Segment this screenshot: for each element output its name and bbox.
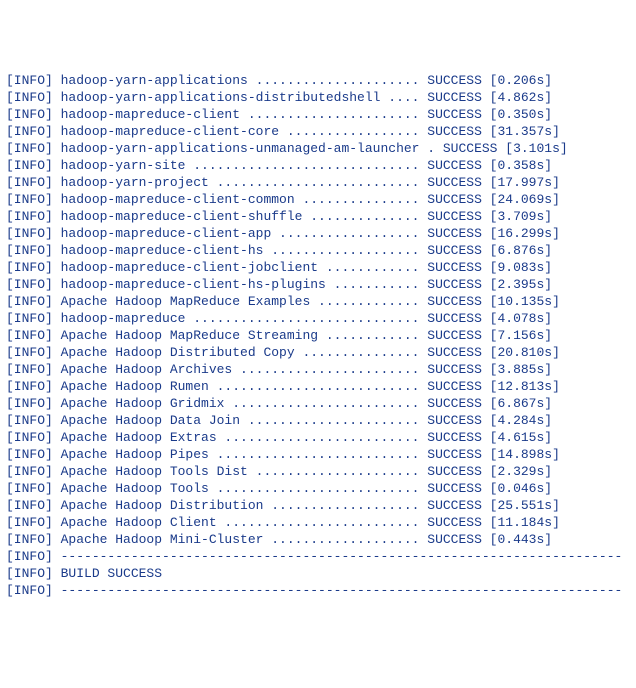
build-line: [INFO] Apache Hadoop Gridmix ...........… xyxy=(6,395,630,412)
build-line: [INFO] Apache Hadoop Pipes .............… xyxy=(6,446,630,463)
build-line: [INFO] hadoop-yarn-project .............… xyxy=(6,174,630,191)
separator-line: [INFO] ---------------------------------… xyxy=(6,582,630,599)
build-line: [INFO] Apache Hadoop Tools Dist ........… xyxy=(6,463,630,480)
build-line: [INFO] hadoop-mapreduce-client-hs-plugin… xyxy=(6,276,630,293)
build-line: [INFO] Apache Hadoop Distributed Copy ..… xyxy=(6,344,630,361)
build-line: [INFO] Apache Hadoop Rumen .............… xyxy=(6,378,630,395)
build-line: [INFO] hadoop-yarn-applications ........… xyxy=(6,72,630,89)
build-line: [INFO] hadoop-mapreduce ................… xyxy=(6,310,630,327)
build-line: [INFO] hadoop-mapreduce-client-core ....… xyxy=(6,123,630,140)
build-line: [INFO] hadoop-mapreduce-client-app .....… xyxy=(6,225,630,242)
build-line: [INFO] Apache Hadoop Tools .............… xyxy=(6,480,630,497)
build-line: [INFO] Apache Hadoop MapReduce Streaming… xyxy=(6,327,630,344)
build-success-line: [INFO] BUILD SUCCESS xyxy=(6,565,630,582)
build-line: [INFO] hadoop-mapreduce-client-jobclient… xyxy=(6,259,630,276)
build-line: [INFO] hadoop-yarn-applications-distribu… xyxy=(6,89,630,106)
build-line: [INFO] Apache Hadoop Data Join .........… xyxy=(6,412,630,429)
build-line: [INFO] Apache Hadoop MapReduce Examples … xyxy=(6,293,630,310)
build-line: [INFO] hadoop-mapreduce-client-common ..… xyxy=(6,191,630,208)
separator-line: [INFO] ---------------------------------… xyxy=(6,548,630,565)
build-line: [INFO] hadoop-mapreduce-client-shuffle .… xyxy=(6,208,630,225)
build-line: [INFO] hadoop-yarn-site ................… xyxy=(6,157,630,174)
build-line: [INFO] Apache Hadoop Client ............… xyxy=(6,514,630,531)
build-line: [INFO] hadoop-yarn-applications-unmanage… xyxy=(6,140,630,157)
build-line: [INFO] hadoop-mapreduce-client .........… xyxy=(6,106,630,123)
build-line: [INFO] Apache Hadoop Extras ............… xyxy=(6,429,630,446)
build-line: [INFO] Apache Hadoop Distribution ......… xyxy=(6,497,630,514)
build-line: [INFO] Apache Hadoop Mini-Cluster ......… xyxy=(6,531,630,548)
build-line: [INFO] Apache Hadoop Archives ..........… xyxy=(6,361,630,378)
build-line: [INFO] hadoop-mapreduce-client-hs ......… xyxy=(6,242,630,259)
